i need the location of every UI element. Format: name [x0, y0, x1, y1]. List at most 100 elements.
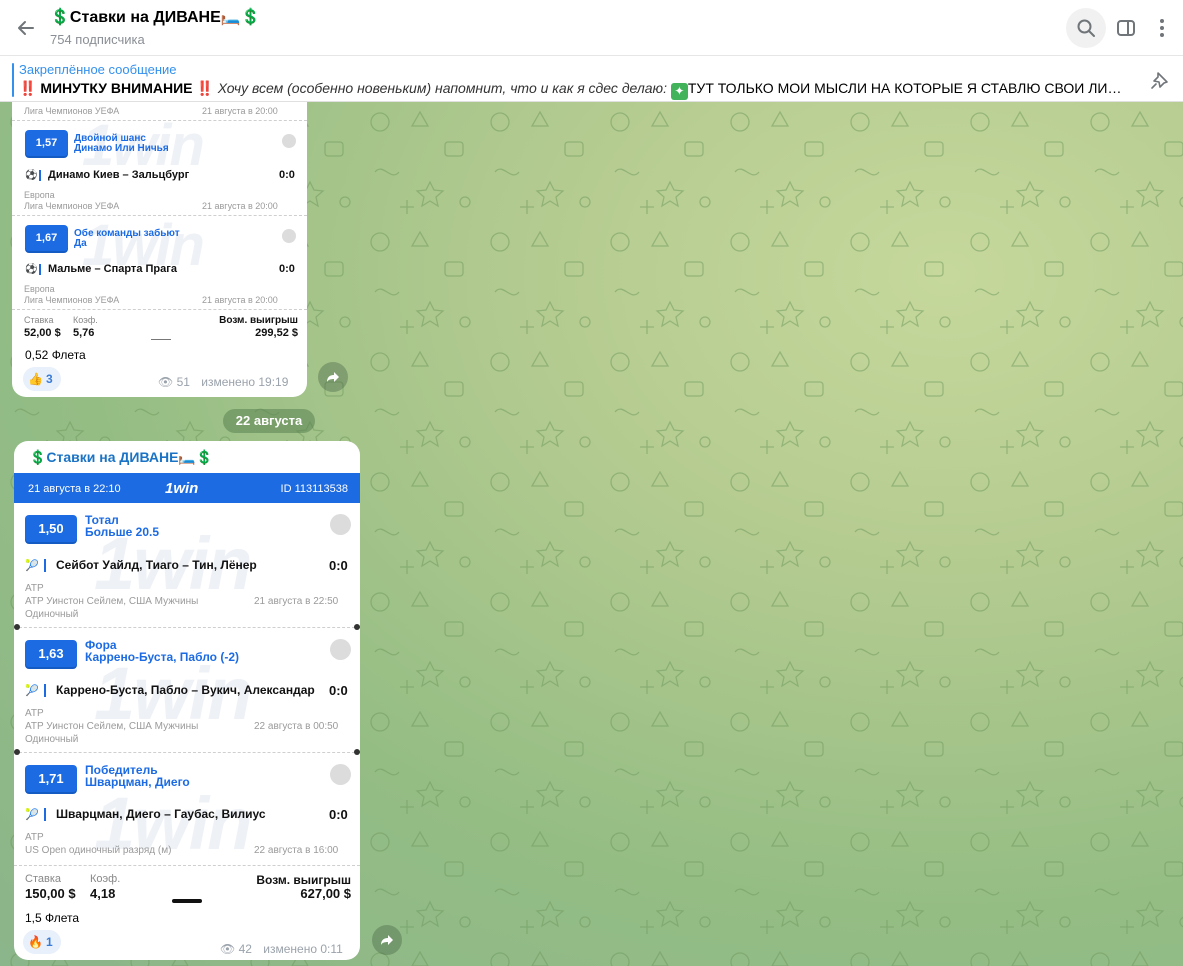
divider — [14, 752, 360, 753]
chat-area[interactable]: 1win 1win Лига Чемпионов УЕФА 21 августа… — [0, 102, 1183, 966]
leg-league: Лига Чемпионов УЕФА — [24, 201, 120, 211]
perforation-dot — [14, 749, 20, 755]
message-meta: 👁 51 изменено 19:19 — [158, 375, 288, 389]
coefficient-badge: 1,63 — [25, 640, 77, 667]
brand-logo: 1win — [165, 480, 199, 497]
message-caption: 0,52 Флета — [25, 348, 86, 362]
win-label: Возм. выигрыш — [256, 873, 351, 887]
forward-icon[interactable] — [372, 925, 402, 955]
perforation-dot — [354, 749, 360, 755]
subscriber-count: 754 подписчика — [50, 32, 145, 47]
leg-kind: Одиночный — [25, 609, 79, 620]
ticket-date: 21 августа в 22:10 — [28, 483, 121, 495]
stake-value: 150,00 $ — [25, 886, 76, 901]
perforation-dot — [354, 624, 360, 630]
match-score: 0:0 — [279, 263, 295, 275]
chat-header: 💲Ставки на ДИВАНЕ🛏️💲 754 подписчика — [0, 0, 1183, 56]
leg-time: 21 августа в 20:00 — [202, 201, 278, 211]
leg-league: US Open одиночный разряд (м) — [25, 845, 172, 856]
date-separator: 22 августа — [223, 409, 315, 433]
fire-icon: 🔥 — [28, 935, 43, 949]
leg-time: 22 августа в 16:00 — [254, 845, 339, 856]
leg-time: 22 августа в 00:50 — [254, 721, 339, 732]
bet-pick: Да — [74, 238, 87, 249]
leg-time: 21 августа в 20:00 — [202, 295, 278, 305]
bet-pick: Динамо Или Ничья — [74, 143, 169, 154]
leg-region: ATP — [25, 583, 44, 594]
live-marker — [44, 808, 46, 821]
leg-league: Лига Чемпионов УЕФА — [24, 295, 120, 305]
match-name: Сейбот Уайлд, Тиаго – Тин, Лёнер — [56, 558, 257, 572]
status-clock-icon — [282, 229, 296, 243]
tennis-icon: 🎾 — [25, 685, 39, 697]
football-icon: ⚽ — [25, 264, 38, 275]
match-score: 0:0 — [279, 169, 295, 181]
pinned-label: Закреплённое сообщение — [19, 62, 177, 77]
channel-title: 💲Ставки на ДИВАНЕ🛏️💲 — [50, 9, 261, 26]
leg-league: ATP Уинстон Сейлем, США Мужчины — [25, 721, 199, 732]
divider — [12, 215, 307, 216]
more-options-icon[interactable] — [1142, 8, 1182, 48]
leg-time: 21 августа в 22:50 — [254, 596, 339, 607]
message-2[interactable]: 💲Ставки на ДИВАНЕ🛏️💲 21 августа в 22:10 … — [14, 441, 360, 960]
status-indicator — [330, 514, 351, 535]
stake-value: 52,00 $ — [24, 327, 61, 339]
thumbs-up-icon: 👍 — [28, 372, 43, 386]
ticket-header: 21 августа в 22:10 1win ID 113113538 — [14, 473, 360, 503]
leg-time: 21 августа в 20:00 — [202, 106, 278, 116]
channel-info[interactable]: 💲Ставки на ДИВАНЕ🛏️💲 754 подписчика — [50, 8, 261, 49]
pinned-text: ‼️ МИНУТКУ ВНИМАНИЕ ‼️ Хочу всем (особен… — [19, 79, 1129, 100]
pinned-message-bar[interactable]: Закреплённое сообщение ‼️ МИНУТКУ ВНИМАН… — [0, 56, 1183, 102]
status-clock-icon — [282, 134, 296, 148]
views-count: 51 — [176, 375, 190, 389]
divider — [12, 309, 307, 310]
back-arrow-icon[interactable] — [12, 14, 40, 42]
ticket-tab — [172, 899, 202, 903]
bet-type: Обе команды забьют — [74, 228, 180, 239]
forwarded-from[interactable]: 💲Ставки на ДИВАНЕ🛏️💲 — [29, 449, 213, 466]
leg-kind: Одиночный — [25, 734, 79, 745]
leg-league: Лига Чемпионов УЕФА — [24, 106, 120, 116]
match-score: 0:0 — [329, 807, 348, 822]
bet-pick: Шварцман, Диего — [85, 775, 190, 789]
ticket-id: ID 113113538 — [280, 483, 348, 495]
unpin-icon[interactable] — [1147, 67, 1173, 93]
edited-time: изменено 19:19 — [201, 375, 289, 389]
reaction-count: 3 — [45, 372, 53, 386]
stake-label: Ставка — [25, 873, 61, 885]
message-meta: 👁 42 изменено 0:11 — [220, 942, 343, 956]
forward-icon[interactable] — [318, 362, 348, 392]
message-caption: 1,5 Флета — [25, 911, 80, 925]
divider — [14, 865, 360, 866]
match-name: Каррено-Буста, Пабло – Вукич, Александар — [56, 683, 315, 697]
stake-label: Ставка — [24, 315, 54, 325]
reaction-chip[interactable]: 👍 3 — [23, 367, 61, 391]
win-label: Возм. выигрыш — [219, 315, 298, 326]
divider — [151, 339, 171, 340]
views-count: 42 — [238, 942, 252, 956]
coefficient-badge: 1,57 — [25, 130, 68, 156]
leg-league: ATP Уинстон Сейлем, США Мужчины — [25, 596, 199, 607]
status-indicator — [330, 764, 351, 785]
divider — [12, 120, 307, 121]
bet-pick: Каррено-Буста, Пабло (-2) — [85, 650, 239, 664]
tennis-icon: 🎾 — [25, 809, 39, 821]
reaction-count: 1 — [45, 935, 53, 949]
sidebar-toggle-icon[interactable] — [1106, 8, 1146, 48]
status-indicator — [330, 639, 351, 660]
football-icon: ⚽ — [25, 170, 38, 181]
coef-value: 4,18 — [90, 886, 116, 901]
perforation-dot — [14, 624, 20, 630]
live-marker — [44, 684, 46, 697]
edited-time: изменено 0:11 — [263, 942, 343, 956]
pinned-italic: Хочу всем (особенно новеньким) напомнит,… — [217, 80, 667, 96]
match-name: Динамо Киев – Зальцбург — [48, 169, 190, 181]
match-name: Шварцман, Диего – Гаубас, Вилиус — [56, 807, 266, 821]
leg-region: ATP — [25, 832, 44, 843]
coefficient-badge: 1,50 — [25, 515, 77, 542]
reaction-chip[interactable]: 🔥 1 — [23, 930, 61, 954]
live-marker — [39, 264, 41, 275]
message-1[interactable]: 1win 1win Лига Чемпионов УЕФА 21 августа… — [12, 102, 307, 397]
search-icon[interactable] — [1066, 8, 1106, 48]
live-marker — [39, 170, 41, 181]
